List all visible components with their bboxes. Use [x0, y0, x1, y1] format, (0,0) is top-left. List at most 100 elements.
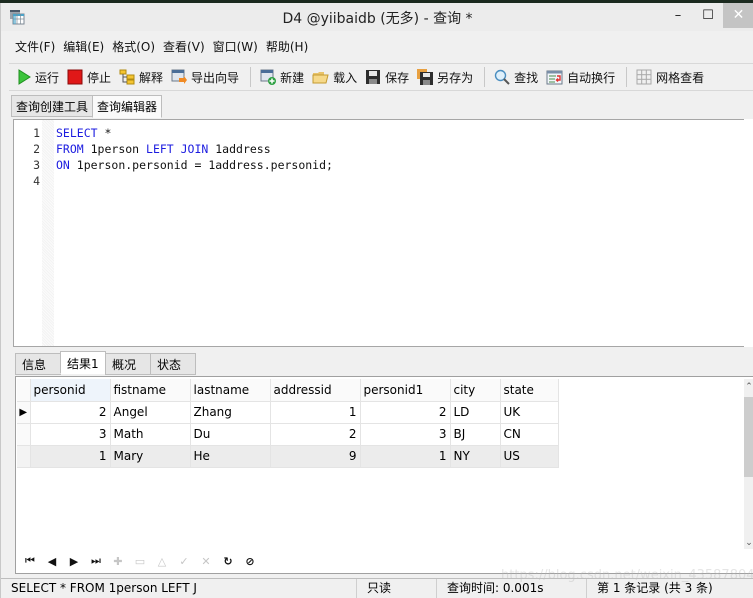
prev-record-icon[interactable]: ◀ [42, 552, 62, 570]
sql-text: 1address [208, 142, 271, 156]
new-label: 新建 [280, 70, 305, 85]
find-label: 查找 [514, 70, 539, 85]
last-record-icon[interactable]: ⏭ [86, 552, 106, 570]
editor-right-edge [744, 119, 753, 347]
tab-status[interactable]: 状态 [150, 353, 196, 375]
cell-personid1[interactable]: 2 [360, 401, 451, 424]
find-button[interactable]: 查找 [491, 66, 541, 88]
menu-format[interactable]: 格式(O) [108, 37, 159, 57]
current-row-arrow-icon[interactable]: ▶ [17, 401, 31, 424]
cell-state[interactable]: CN [500, 423, 559, 446]
line-number: 2 [33, 142, 40, 156]
toolbar-separator [484, 67, 486, 87]
cell-city[interactable]: LD [450, 401, 501, 424]
row-marker[interactable] [17, 423, 31, 446]
cell-personid1[interactable]: 3 [360, 423, 451, 446]
cell-lastname[interactable]: Du [190, 423, 271, 446]
column-header-city[interactable]: city [450, 379, 501, 402]
menu-window[interactable]: 窗口(W) [209, 37, 262, 57]
menu-edit[interactable]: 编辑(E) [59, 37, 108, 57]
column-header-fistname[interactable]: fistname [110, 379, 191, 402]
sql-keyword: FROM [56, 142, 84, 156]
vertical-scrollbar[interactable]: ⌃ ⌄ [744, 379, 753, 549]
cell-city[interactable]: BJ [450, 423, 501, 446]
column-header-personid1[interactable]: personid1 [360, 379, 451, 402]
cell-fistname[interactable]: Angel [110, 401, 191, 424]
refresh-icon[interactable]: ↻ [218, 552, 238, 570]
sql-text: 1person.personid = 1address.personid; [69, 158, 333, 172]
close-button[interactable]: ✕ [723, 3, 753, 28]
cell-personid[interactable]: 2 [30, 401, 111, 424]
cell-state[interactable]: US [500, 445, 559, 468]
next-record-icon[interactable]: ▶ [64, 552, 84, 570]
first-record-icon[interactable]: ⏮ [20, 552, 40, 570]
explain-label: 解释 [139, 70, 164, 85]
tab-result1[interactable]: 结果1 [60, 351, 106, 374]
status-bar: SELECT * FROM 1person LEFT J 只读 查询时间: 0.… [1, 578, 753, 598]
result-tabs: 信息 结果1 概况 状态 [15, 351, 196, 375]
cell-addressid[interactable]: 2 [270, 423, 361, 446]
tab-query-editor[interactable]: 查询编辑器 [92, 95, 163, 118]
save-button[interactable]: 保存 [362, 66, 412, 88]
tab-info[interactable]: 信息 [15, 353, 61, 375]
apply-changes-icon[interactable]: ✓ [174, 552, 194, 570]
column-header-addressid[interactable]: addressid [270, 379, 361, 402]
column-header-personid[interactable]: personid [30, 379, 111, 402]
cell-addressid[interactable]: 9 [270, 445, 361, 468]
cancel-changes-icon[interactable]: ✕ [196, 552, 216, 570]
explain-button[interactable]: 解释 [116, 66, 166, 88]
cell-fistname[interactable]: Math [110, 423, 191, 446]
code-text: FROM 1person LEFT JOIN 1address [56, 141, 271, 157]
title-bar: D4 @yiibaidb (无多) - 查询 * – ☐ ✕ [1, 3, 753, 31]
cell-personid[interactable]: 3 [30, 423, 111, 446]
stop-query-icon[interactable]: ⊘ [240, 552, 260, 570]
edit-record-icon[interactable]: △ [152, 552, 172, 570]
save-as-label: 另存为 [437, 70, 474, 85]
scroll-up-icon[interactable]: ⌃ [744, 381, 753, 393]
menu-bar: 文件(F) 编辑(E) 格式(O) 查看(V) 窗口(W) 帮助(H) [11, 37, 312, 57]
search-icon [494, 69, 510, 85]
minimize-button[interactable]: – [663, 3, 693, 28]
delete-record-icon[interactable]: ▭ [130, 552, 150, 570]
add-record-icon[interactable]: ✚ [108, 552, 128, 570]
cell-personid1[interactable]: 1 [360, 445, 451, 468]
table-row[interactable]: ▶ 2 Angel Zhang 1 2 LD UK [17, 401, 559, 424]
code-line: 2 FROM 1person LEFT JOIN 1address [14, 141, 333, 157]
cell-addressid[interactable]: 1 [270, 401, 361, 424]
tab-query-builder[interactable]: 查询创建工具 [11, 95, 94, 117]
window-title: D4 @yiibaidb (无多) - 查询 * [282, 11, 473, 27]
tab-profile[interactable]: 概况 [105, 353, 151, 375]
stop-button[interactable]: 停止 [64, 66, 114, 88]
cell-personid[interactable]: 1 [30, 445, 111, 468]
scroll-down-icon[interactable]: ⌄ [744, 537, 753, 549]
table-row[interactable]: 1 Mary He 9 1 NY US [17, 445, 559, 468]
scrollbar-thumb[interactable] [744, 397, 753, 477]
menu-file[interactable]: 文件(F) [11, 37, 59, 57]
word-wrap-icon [546, 70, 563, 84]
new-button[interactable]: 新建 [257, 66, 307, 88]
cell-lastname[interactable]: He [190, 445, 271, 468]
row-marker[interactable] [17, 445, 31, 468]
grid-view-label: 网格查看 [656, 70, 705, 85]
maximize-button[interactable]: ☐ [693, 3, 723, 28]
status-query-time: 查询时间: 0.001s [437, 579, 587, 598]
column-header-lastname[interactable]: lastname [190, 379, 271, 402]
cell-fistname[interactable]: Mary [110, 445, 191, 468]
menu-help[interactable]: 帮助(H) [262, 37, 312, 57]
export-wizard-button[interactable]: 导出向导 [168, 66, 242, 88]
sql-editor[interactable]: 1 SELECT * 2 FROM 1person LEFT JOIN 1addres… [13, 119, 753, 347]
load-button[interactable]: 载入 [309, 66, 360, 88]
save-as-button[interactable]: 另存为 [414, 66, 476, 88]
run-button[interactable]: 运行 [14, 66, 62, 88]
cell-state[interactable]: UK [500, 401, 559, 424]
cell-lastname[interactable]: Zhang [190, 401, 271, 424]
cell-city[interactable]: NY [450, 445, 501, 468]
column-header-state[interactable]: state [500, 379, 559, 402]
folder-open-icon [312, 72, 329, 84]
table-row[interactable]: 3 Math Du 2 3 BJ CN [17, 423, 559, 446]
word-wrap-button[interactable]: 自动换行 [543, 66, 618, 88]
menu-view[interactable]: 查看(V) [159, 37, 209, 57]
explain-tree-icon [119, 69, 135, 85]
maximize-icon: ☐ [702, 8, 714, 23]
grid-view-button[interactable]: 网格查看 [633, 66, 707, 88]
